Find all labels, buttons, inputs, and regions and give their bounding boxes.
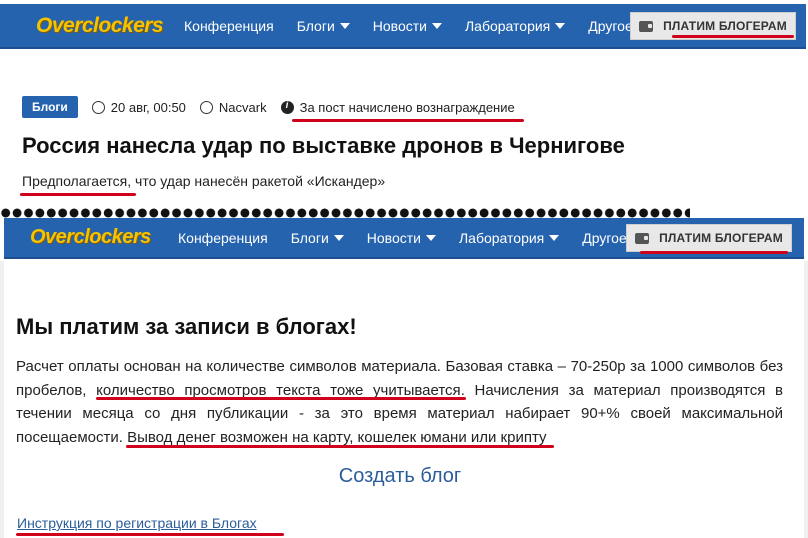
registration-instruction-link[interactable]: Инструкция по регистрации в Блогах (17, 515, 257, 531)
chevron-down-icon (339, 22, 350, 29)
info-icon (280, 100, 294, 114)
category-badge[interactable]: Блоги (22, 96, 78, 118)
article-author[interactable]: Nacvark (199, 99, 267, 115)
menu-item-conference[interactable]: Конференция (178, 230, 268, 246)
pay-bloggers-button[interactable]: ПЛАТИМ БЛОГЕРАМ (626, 224, 792, 252)
red-underline (20, 193, 136, 196)
red-underline (292, 119, 524, 122)
chevron-down-icon (555, 22, 566, 29)
blog-pay-description: Расчет оплаты основан на количестве симв… (16, 355, 783, 449)
subtitle-rest: , что удар нанесён ракетой «Искандер» (127, 173, 386, 189)
menu-item-lab[interactable]: Лаборатория (465, 18, 566, 34)
red-underline (16, 533, 284, 536)
wallet-icon (639, 20, 654, 32)
red-underline (126, 445, 554, 448)
para-highlight: Вывод денег возможен на карту, кошелек ю… (127, 428, 547, 446)
user-icon (199, 100, 213, 114)
chevron-down-icon (425, 234, 436, 241)
menu-item-news[interactable]: Новости (373, 18, 442, 34)
main-menu: Конференция Блоги Новости Лаборатория Др… (184, 18, 671, 34)
menu-item-conference[interactable]: Конференция (184, 18, 274, 34)
clock-icon (91, 100, 105, 114)
reward-notice: За пост начислено вознаграждение (280, 99, 515, 115)
blog-pay-heading: Мы платим за записи в блогах! (16, 314, 357, 339)
chevron-down-icon (549, 234, 560, 241)
author-name: Nacvark (218, 99, 267, 115)
create-blog-link[interactable]: Создать блог (0, 465, 800, 488)
chevron-down-icon (333, 234, 344, 241)
menu-item-news[interactable]: Новости (367, 230, 436, 246)
para-highlight: количество просмотров текста тоже учитыв… (96, 381, 461, 399)
top-navbar: Overclockers Конференция Блоги Новости Л… (0, 4, 806, 49)
site-logo[interactable]: Overclockers (30, 226, 160, 249)
article-title[interactable]: Россия нанесла удар по выставке дронов в… (22, 133, 625, 159)
pay-bloggers-label: ПЛАТИМ БЛОГЕРАМ (663, 19, 787, 33)
red-underline (672, 35, 794, 38)
menu-item-lab[interactable]: Лаборатория (459, 230, 560, 246)
red-underline (640, 251, 788, 254)
wallet-icon (635, 232, 650, 244)
menu-item-blogs[interactable]: Блоги (291, 230, 344, 246)
reward-text: За пост начислено вознаграждение (299, 99, 515, 115)
red-underline (96, 397, 466, 400)
menu-item-blogs[interactable]: Блоги (297, 18, 350, 34)
article-meta: Блоги 20 авг, 00:50 Nacvark За пост начи… (22, 96, 529, 118)
main-menu: Конференция Блоги Новости Лаборатория Др… (178, 230, 665, 246)
subtitle-highlight: Предполагается (22, 173, 128, 189)
pay-bloggers-label: ПЛАТИМ БЛОГЕРАМ (659, 231, 783, 245)
article-card: Блоги 20 авг, 00:50 Nacvark За пост начи… (4, 80, 800, 210)
article-subtitle: Предполагается, что удар нанесён ракетой… (22, 173, 385, 189)
site-logo[interactable]: Overclockers (36, 14, 166, 38)
chevron-down-icon (431, 22, 442, 29)
article-date: 20 авг, 00:50 (91, 99, 186, 115)
date-text: 20 авг, 00:50 (110, 99, 186, 115)
